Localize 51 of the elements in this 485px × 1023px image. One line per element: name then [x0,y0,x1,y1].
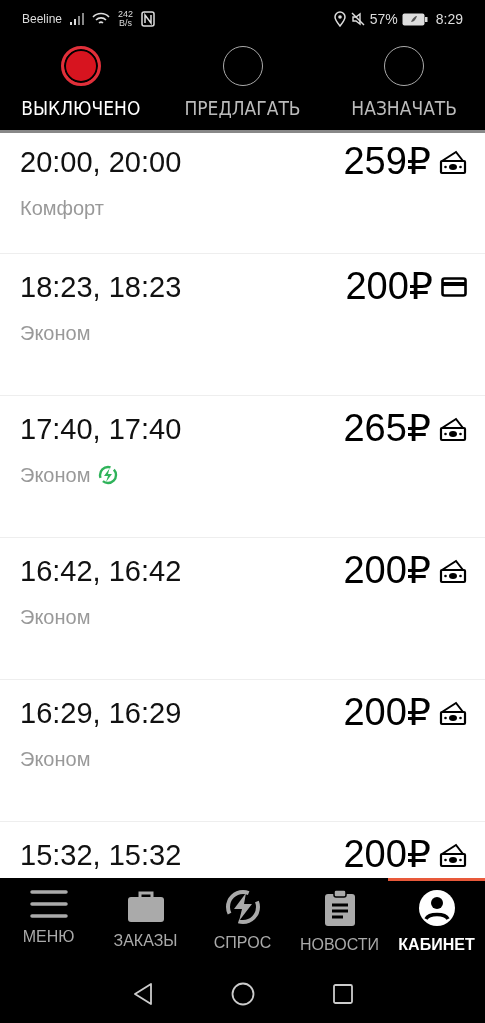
cash-icon [439,841,467,868]
tariff-class: Эконом [20,604,91,630]
tariff-class: Эконом [20,746,91,772]
battery-icon [401,12,428,26]
lightning-icon [98,464,119,485]
battery-percent: 57% [369,9,398,29]
speed-value: 242 [118,10,134,19]
signal-icon [70,13,85,25]
wifi-icon [92,12,111,26]
cash-icon [439,699,467,726]
briefcase-icon [126,889,165,923]
mode-tab[interactable]: ПРЕДЛАГАТЬ [161,45,324,123]
nav-tab[interactable]: МЕНЮ [0,881,97,965]
nav-tab[interactable]: НОВОСТИ [291,881,388,965]
clock: 8:29 [435,9,463,29]
order-price: 200₽ [343,550,431,592]
mode-tab[interactable]: НАЗНАЧАТЬ [323,45,485,123]
card-icon [441,276,467,297]
tariff-class: Эконом [20,320,91,346]
home-icon[interactable] [230,982,255,1006]
account-icon [417,889,456,927]
lightning-icon [224,889,261,925]
carrier-name: Beeline [22,11,63,28]
cash-icon [439,415,467,442]
order-time: 17:40, 17:40 [20,412,182,447]
order-time: 20:00, 20:00 [20,145,182,180]
mode-tab[interactable]: ВЫКЛЮЧЕНО [0,45,162,123]
cash-icon [439,148,467,175]
recents-icon[interactable] [332,984,353,1004]
menu-icon [29,889,68,919]
order-time: 16:42, 16:42 [20,554,182,589]
order-price: 200₽ [343,834,431,876]
speed-unit: B/s [118,19,134,28]
back-icon[interactable] [132,983,153,1005]
location-icon [333,11,346,27]
tariff-class: Комфорт [20,195,104,221]
nav-tab[interactable]: СПРОС [194,881,291,965]
clipboard-icon [323,889,356,927]
nav-tab[interactable]: ЗАКАЗЫ [97,881,194,965]
order-time: 15:32, 15:32 [20,838,182,873]
order-price: 259₽ [343,141,431,183]
order-price: 200₽ [343,692,431,734]
nfc-icon [141,11,156,27]
cash-icon [439,557,467,584]
nav-tab[interactable]: КАБИНЕТ [388,881,485,965]
order-time: 18:23, 18:23 [20,270,182,305]
order-time: 16:29, 16:29 [20,696,182,731]
order-price: 200₽ [345,266,433,308]
muted-icon [349,11,366,27]
order-price: 265₽ [343,408,431,450]
tariff-class: Эконом [20,462,91,488]
